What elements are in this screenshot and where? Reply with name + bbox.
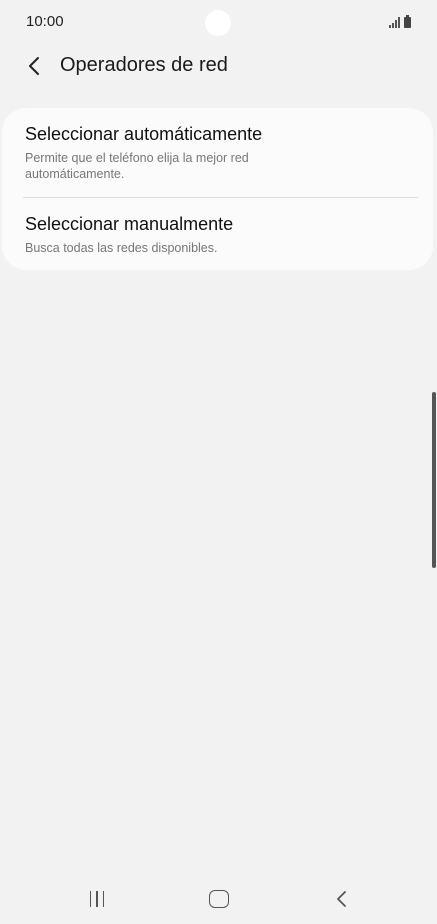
chevron-left-icon <box>29 57 39 75</box>
select-manual-option[interactable]: Seleccionar manualmente Busca todas las … <box>2 198 433 270</box>
option-description: Busca todas las redes disponibles. <box>25 241 218 255</box>
recents-icon[interactable] <box>84 889 110 909</box>
navigation-bar <box>0 874 437 924</box>
select-automatic-option[interactable]: Seleccionar automáticamente Permite que … <box>2 108 433 198</box>
status-bar: 10:00 <box>0 0 437 44</box>
header: Operadores de red <box>0 44 437 88</box>
camera-cutout <box>205 10 231 36</box>
status-icons <box>389 14 411 28</box>
back-button[interactable] <box>18 50 50 82</box>
status-time: 10:00 <box>26 13 64 30</box>
signal-icon <box>389 16 400 28</box>
option-title: Seleccionar automáticamente <box>25 124 263 144</box>
option-title: Seleccionar manualmente <box>25 214 234 234</box>
back-icon[interactable] <box>330 888 354 910</box>
scrollbar[interactable] <box>432 392 436 568</box>
page-title: Operadores de red <box>60 54 228 76</box>
option-description: Permite que el teléfono elija la mejor r… <box>25 151 249 181</box>
home-icon[interactable] <box>209 890 229 908</box>
network-options-card: Seleccionar automáticamente Permite que … <box>2 108 433 270</box>
battery-icon <box>404 15 411 28</box>
